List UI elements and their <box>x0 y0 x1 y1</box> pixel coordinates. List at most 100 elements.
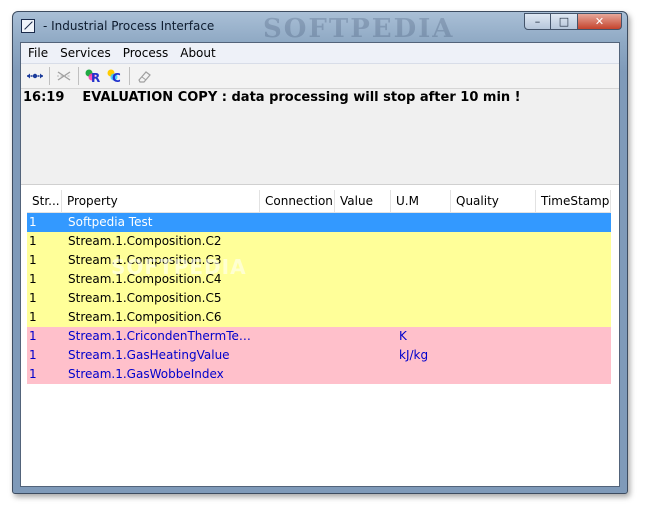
property-cell: Stream.1.GasHeatingValue <box>68 348 230 362</box>
evaluation-message: 16:19 EVALUATION COPY : data processing w… <box>23 90 521 105</box>
grid-body: 1 Softpedia Test 1 Stream.1.Composition.C2 1… <box>27 213 611 384</box>
property-cell: Stream.1.Composition.C2 <box>68 234 222 248</box>
connection-cell <box>260 270 335 289</box>
maximize-icon: □ <box>558 15 570 28</box>
svg-text:R: R <box>91 71 100 84</box>
quality-cell <box>451 346 536 365</box>
column-header-um[interactable]: U.M <box>391 190 451 212</box>
toolbar: R C <box>21 64 619 89</box>
value-cell <box>335 346 391 365</box>
table-row[interactable]: 1 Stream.1.Composition.C6 <box>27 308 611 327</box>
value-cell <box>335 213 391 232</box>
stream-cell: 1 <box>29 291 37 305</box>
connection-cell <box>260 308 335 327</box>
title-bar[interactable]: - Industrial Process Interface SOFTPEDIA… <box>13 12 627 44</box>
property-cell: Stream.1.GasWobbeIndex <box>68 367 224 381</box>
table-row[interactable]: 1 Softpedia Test <box>27 213 611 232</box>
stream-cell: 1 <box>29 348 37 362</box>
stream-cell: 1 <box>29 253 37 267</box>
value-cell <box>335 270 391 289</box>
column-header-property[interactable]: Property <box>62 190 260 212</box>
table-row[interactable]: 1 Stream.1.GasWobbeIndex <box>27 365 611 384</box>
property-cell: Stream.1.CricondenThermTempe... <box>68 329 260 343</box>
toolbar-separator <box>129 67 130 85</box>
toolbar-separator <box>49 67 50 85</box>
window-title: - Industrial Process Interface <box>43 19 215 33</box>
close-button[interactable]: ✕ <box>578 13 622 30</box>
read-icon: R <box>85 69 100 84</box>
main-window: - Industrial Process Interface SOFTPEDIA… <box>12 11 628 494</box>
value-cell <box>335 232 391 251</box>
um-cell: K <box>399 329 407 343</box>
quality-cell <box>451 365 536 384</box>
connection-cell <box>260 289 335 308</box>
um-cell <box>391 365 451 384</box>
read-button[interactable]: R <box>82 66 104 86</box>
column-header-stream[interactable]: Str... <box>27 190 62 212</box>
app-icon[interactable] <box>21 19 35 33</box>
svg-text:C: C <box>112 71 121 84</box>
grid-watermark: SOFTPEDIA <box>111 255 247 279</box>
property-grid: Str... Property Connection Value U.M Qua… <box>27 190 611 384</box>
um-cell <box>391 213 451 232</box>
table-row[interactable]: 1 Stream.1.Composition.C2 <box>27 232 611 251</box>
connection-cell <box>260 232 335 251</box>
connection-cell <box>260 251 335 270</box>
connect-button[interactable] <box>24 66 46 86</box>
um-cell <box>391 308 451 327</box>
disconnect-icon <box>57 71 71 81</box>
property-grid-area: Str... Property Connection Value U.M Qua… <box>21 185 619 486</box>
value-cell <box>335 289 391 308</box>
connection-cell <box>260 327 335 346</box>
column-header-quality[interactable]: Quality <box>451 190 536 212</box>
configure-icon: C <box>107 69 121 84</box>
grid-header: Str... Property Connection Value U.M Qua… <box>27 190 611 213</box>
um-cell <box>391 289 451 308</box>
um-cell <box>391 251 451 270</box>
connection-cell <box>260 365 335 384</box>
disconnect-button[interactable] <box>53 66 75 86</box>
table-row[interactable]: 1 Stream.1.GasHeatingValue kJ/kg <box>27 346 611 365</box>
stream-cell: 1 <box>29 329 37 343</box>
menu-services[interactable]: Services <box>54 43 117 63</box>
status-text: EVALUATION COPY : data processing will s… <box>82 90 521 105</box>
table-row[interactable]: 1 Stream.1.Composition.C5 <box>27 289 611 308</box>
quality-cell <box>451 289 536 308</box>
softpedia-watermark: SOFTPEDIA <box>263 14 455 44</box>
quality-cell <box>451 213 536 232</box>
toolbar-separator <box>78 67 79 85</box>
quality-cell <box>451 327 536 346</box>
client-area: File Services Process About R C 16:19 EV… <box>20 42 620 487</box>
quality-cell <box>451 232 536 251</box>
timestamp-cell <box>536 308 611 327</box>
stream-cell: 1 <box>29 215 37 229</box>
timestamp-cell <box>536 232 611 251</box>
connection-cell <box>260 346 335 365</box>
close-icon: ✕ <box>594 15 605 28</box>
table-row[interactable]: 1 Stream.1.CricondenThermTempe... K <box>27 327 611 346</box>
configure-button[interactable]: C <box>104 66 126 86</box>
quality-cell <box>451 251 536 270</box>
timestamp-cell <box>536 327 611 346</box>
menu-about[interactable]: About <box>174 43 221 63</box>
timestamp-cell <box>536 365 611 384</box>
column-header-connection[interactable]: Connection <box>260 190 335 212</box>
timestamp-cell <box>536 213 611 232</box>
column-header-value[interactable]: Value <box>335 190 391 212</box>
minimize-button[interactable]: – <box>524 13 551 30</box>
erase-icon <box>138 71 151 83</box>
menu-process[interactable]: Process <box>117 43 175 63</box>
value-cell <box>335 365 391 384</box>
window-controls: – □ ✕ <box>524 13 622 30</box>
column-header-timestamp[interactable]: TimeStamp <box>536 190 611 212</box>
stream-cell: 1 <box>29 367 37 381</box>
connect-icon <box>27 73 43 79</box>
menu-file[interactable]: File <box>22 43 54 63</box>
property-cell: Stream.1.Composition.C6 <box>68 310 222 324</box>
minimize-icon: – <box>534 15 541 28</box>
property-cell: Stream.1.Composition.C5 <box>68 291 222 305</box>
maximize-button[interactable]: □ <box>551 13 578 30</box>
quality-cell <box>451 308 536 327</box>
erase-button[interactable] <box>133 66 155 86</box>
status-panel: 16:19 EVALUATION COPY : data processing w… <box>21 89 619 185</box>
